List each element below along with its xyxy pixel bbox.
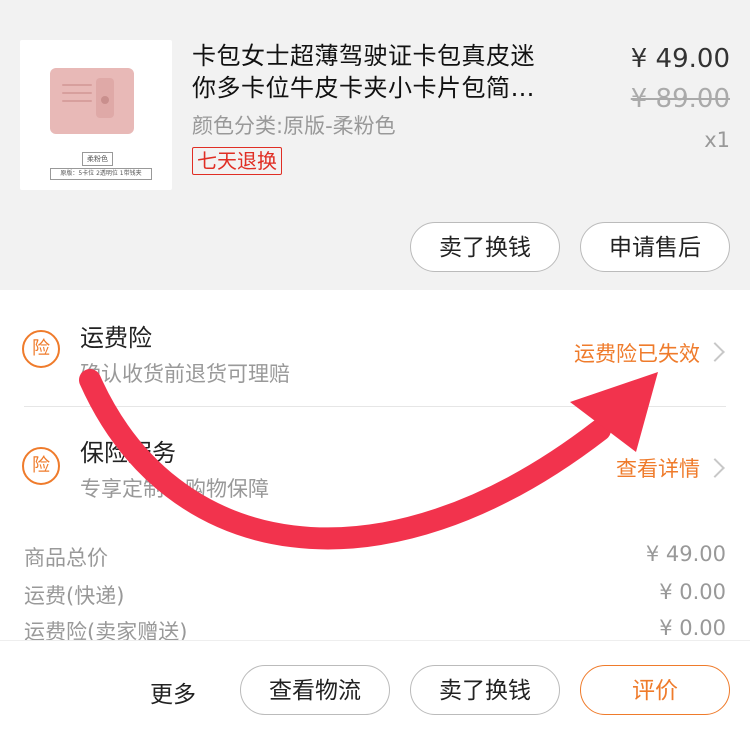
summary-row-shipping: 运费(快递) ¥ 0.00 <box>0 580 750 616</box>
insurance-icon: 险 <box>22 447 60 485</box>
review-button[interactable]: 评价 <box>580 665 730 715</box>
insurance-service-details-link[interactable]: 查看详情 <box>616 453 700 483</box>
summary-label: 运费(快递) <box>24 584 125 608</box>
summary-value: ¥ 49.00 <box>645 542 726 566</box>
product-title[interactable]: 卡包女士超薄驾驶证卡包真皮迷 你多卡位牛皮卡夹小卡片包简… <box>192 40 582 104</box>
insurance-service-subtitle: 专享定制化购物保障 <box>80 477 269 501</box>
summary-value: ¥ 0.00 <box>659 616 726 640</box>
thumb-color-tag: 柔粉色 <box>82 152 113 166</box>
product-variant: 颜色分类:原版-柔粉色 <box>192 114 396 138</box>
product-title-line2: 你多卡位牛皮卡夹小卡片包简… <box>192 74 535 102</box>
original-price: ¥ 89.00 <box>630 84 730 114</box>
more-button[interactable]: 更多 <box>150 675 196 709</box>
chevron-right-icon <box>705 342 725 362</box>
product-price: ¥ 49.00 <box>630 44 730 74</box>
bottom-action-bar: 更多 查看物流 卖了换钱 评价 <box>0 640 750 741</box>
summary-row-subtotal: 商品总价 ¥ 49.00 <box>0 542 750 578</box>
product-quantity: x1 <box>704 128 730 152</box>
insurance-service-title: 保险服务 <box>80 439 176 467</box>
product-thumbnail[interactable]: 柔粉色 原版：5卡位 2透明位 1带钱夹 <box>20 40 172 190</box>
sell-for-cash-button[interactable]: 卖了换钱 <box>410 665 560 715</box>
insurance-service-row[interactable]: 险 保险服务 专享定制化购物保障 查看详情 <box>0 407 750 523</box>
shipping-insurance-subtitle: 确认收货前退货可理赔 <box>80 362 290 386</box>
insurance-icon: 险 <box>22 330 60 368</box>
view-logistics-button[interactable]: 查看物流 <box>240 665 390 715</box>
product-card[interactable]: 柔粉色 原版：5卡位 2透明位 1带钱夹 卡包女士超薄驾驶证卡包真皮迷 你多卡位… <box>0 0 750 290</box>
after-sale-button[interactable]: 申请售后 <box>580 222 730 272</box>
shipping-insurance-title: 运费险 <box>80 324 152 352</box>
summary-label: 商品总价 <box>24 546 108 570</box>
sell-for-cash-button[interactable]: 卖了换钱 <box>410 222 560 272</box>
product-title-line1: 卡包女士超薄驾驶证卡包真皮迷 <box>192 42 535 70</box>
thumb-note: 原版：5卡位 2透明位 1带钱夹 <box>50 168 152 180</box>
return-badge: 七天退换 <box>192 147 282 175</box>
shipping-insurance-status[interactable]: 运费险已失效 <box>574 338 700 368</box>
shipping-insurance-row[interactable]: 险 运费险 确认收货前退货可理赔 运费险已失效 <box>0 290 750 406</box>
wallet-image <box>50 68 134 134</box>
summary-value: ¥ 0.00 <box>659 580 726 604</box>
chevron-right-icon <box>705 458 725 478</box>
